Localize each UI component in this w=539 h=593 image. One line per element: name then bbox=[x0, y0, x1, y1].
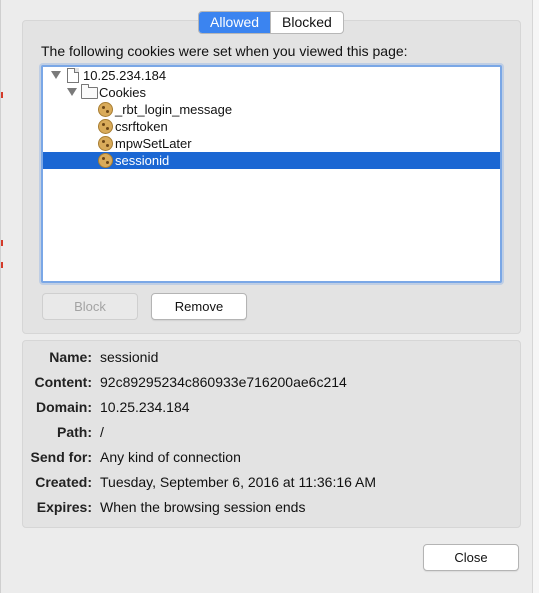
cookie-label: csrftoken bbox=[115, 119, 168, 134]
tree-row-cookie[interactable]: csrftoken bbox=[43, 118, 500, 135]
detail-label: Domain: bbox=[36, 399, 92, 415]
detail-value: When the browsing session ends bbox=[100, 499, 306, 515]
tree-row-cookie[interactable]: _rbt_login_message bbox=[43, 101, 500, 118]
cookie-icon bbox=[98, 119, 113, 134]
detail-row-created: Created: Tuesday, September 6, 2016 at 1… bbox=[23, 474, 520, 494]
cookie-icon bbox=[98, 136, 113, 151]
close-button[interactable]: Close bbox=[423, 544, 519, 571]
detail-label: Path: bbox=[57, 424, 92, 440]
detail-label: Content: bbox=[34, 374, 92, 390]
tree-row-cookies-folder[interactable]: Cookies bbox=[43, 84, 500, 101]
background-edge-mark bbox=[1, 92, 3, 98]
detail-row-path: Path: / bbox=[23, 424, 520, 444]
disclosure-triangle-icon[interactable] bbox=[51, 71, 61, 79]
remove-button[interactable]: Remove bbox=[151, 293, 247, 320]
window-edge bbox=[532, 0, 539, 593]
site-label: 10.25.234.184 bbox=[83, 68, 167, 83]
tree-row-cookie-selected[interactable]: sessionid bbox=[43, 152, 500, 169]
cookie-icon bbox=[98, 102, 113, 117]
tree-row-site[interactable]: 10.25.234.184 bbox=[43, 67, 500, 84]
cookie-details-panel: Name: sessionid Content: 92c89295234c860… bbox=[22, 340, 521, 528]
detail-label: Created: bbox=[35, 474, 92, 490]
detail-value: Tuesday, September 6, 2016 at 11:36:16 A… bbox=[100, 474, 377, 490]
background-edge-mark bbox=[1, 262, 3, 268]
detail-row-expires: Expires: When the browsing session ends bbox=[23, 499, 520, 519]
detail-row-domain: Domain: 10.25.234.184 bbox=[23, 399, 520, 419]
folder-label: Cookies bbox=[99, 85, 146, 100]
detail-value: 10.25.234.184 bbox=[100, 399, 190, 415]
detail-value: / bbox=[100, 424, 104, 440]
block-button[interactable]: Block bbox=[42, 293, 138, 320]
cookie-label: mpwSetLater bbox=[115, 136, 192, 151]
background-edge-mark bbox=[1, 240, 3, 246]
cookies-dialog: Allowed Blocked The following cookies we… bbox=[0, 0, 534, 593]
document-icon bbox=[67, 68, 79, 83]
tree-row-cookie[interactable]: mpwSetLater bbox=[43, 135, 500, 152]
detail-row-send-for: Send for: Any kind of connection bbox=[23, 449, 520, 469]
tab-blocked[interactable]: Blocked bbox=[271, 12, 343, 33]
detail-value: 92c89295234c860933e716200ae6c214 bbox=[100, 374, 347, 390]
detail-label: Expires: bbox=[36, 499, 92, 515]
cookie-label: _rbt_login_message bbox=[115, 102, 233, 117]
detail-value: sessionid bbox=[100, 349, 159, 365]
tab-allowed[interactable]: Allowed bbox=[199, 12, 271, 33]
cookie-label: sessionid bbox=[115, 153, 170, 168]
allowed-blocked-segmented-control: Allowed Blocked bbox=[198, 11, 344, 34]
cookies-intro-text: The following cookies were set when you … bbox=[41, 43, 408, 59]
folder-icon bbox=[81, 84, 98, 99]
detail-row-name: Name: sessionid bbox=[23, 349, 520, 369]
detail-label: Send for: bbox=[30, 449, 92, 465]
disclosure-triangle-icon[interactable] bbox=[67, 88, 77, 96]
cookie-tree[interactable]: 10.25.234.184 Cookies _rbt_login_message… bbox=[41, 65, 502, 283]
cookie-icon bbox=[98, 153, 113, 168]
detail-row-content: Content: 92c89295234c860933e716200ae6c21… bbox=[23, 374, 520, 394]
detail-label: Name: bbox=[49, 349, 92, 365]
detail-value: Any kind of connection bbox=[100, 449, 241, 465]
